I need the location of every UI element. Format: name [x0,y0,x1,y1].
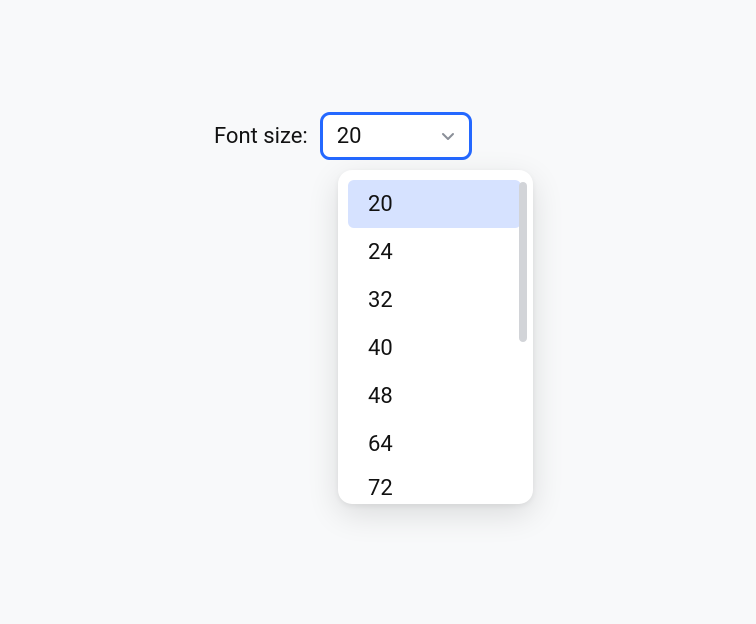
font-size-label: Font size: [214,124,308,149]
font-size-option[interactable]: 72 [348,468,521,502]
font-size-option[interactable]: 24 [348,228,521,276]
font-size-option[interactable]: 48 [348,372,521,420]
chevron-down-icon [439,127,457,145]
font-size-option[interactable]: 32 [348,276,521,324]
font-size-option[interactable]: 20 [348,180,521,228]
font-size-option[interactable]: 64 [348,420,521,468]
font-size-dropdown: 20 24 32 40 48 64 72 [338,170,533,504]
font-size-option[interactable]: 40 [348,324,521,372]
font-size-combobox[interactable]: 20 [320,112,472,160]
scrollbar-thumb[interactable] [519,182,527,342]
combobox-selected-value: 20 [337,124,439,149]
